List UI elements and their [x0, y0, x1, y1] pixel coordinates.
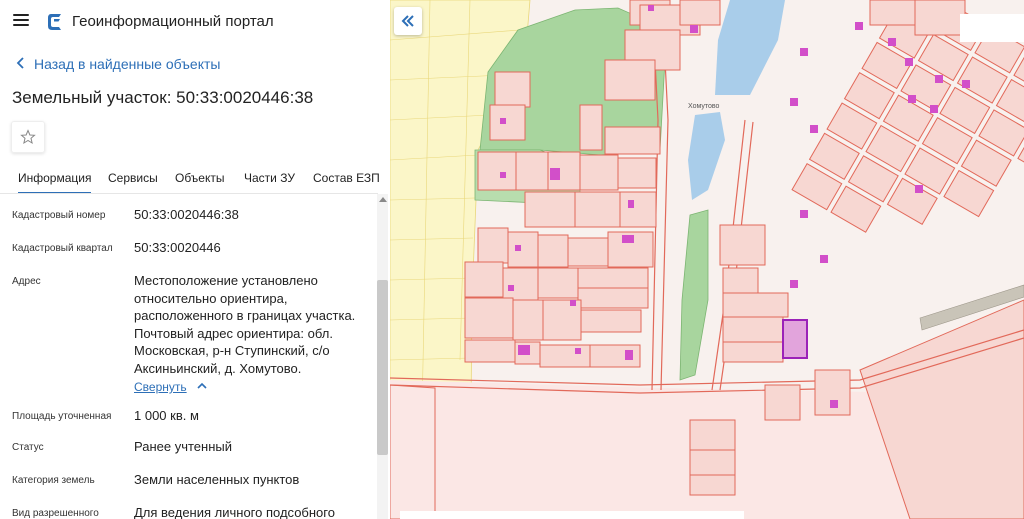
tab-information[interactable]: Информация [18, 171, 92, 194]
status-label: Статус [12, 442, 44, 453]
selected-parcel[interactable] [782, 319, 808, 359]
address-line: Аксиньинский, д. Хомутово. [134, 360, 302, 376]
address-line: Московская, р-н Ступинский, с/о [134, 343, 330, 358]
permitted-use-label: Вид разрешенного [12, 508, 99, 519]
portal-logo-icon [48, 14, 61, 30]
cad-number-label: Кадастровый номер [12, 210, 106, 221]
address-label: Адрес [12, 276, 41, 287]
place-label: Хомутово [688, 103, 720, 110]
tab-ezp[interactable]: Состав ЕЗП [313, 171, 380, 185]
hamburger-icon[interactable] [13, 14, 29, 26]
address-line: относительно ориентира, [134, 290, 288, 306]
cad-quarter-value: 50:33:0020446 [134, 240, 221, 255]
map-overlay-panel [960, 14, 1024, 42]
land-category-value: Земли населенных пунктов [134, 472, 300, 487]
collapse-link[interactable]: Свернуть [134, 380, 208, 394]
tabs-divider [0, 193, 378, 194]
tab-bar: Информация Сервисы Объекты Части ЗУ Сост… [0, 165, 390, 194]
address-line: Почтовый адрес ориентира: обл. [134, 325, 333, 341]
page-title: Земельный участок: 50:33:0020446:38 [12, 88, 314, 107]
back-link-label: Назад в найденные объекты [34, 56, 221, 72]
panel-toggle-button[interactable] [394, 7, 422, 35]
address-line: расположенного в границах участка. [134, 308, 356, 323]
status-value: Ранее учтенный [134, 439, 232, 454]
scrollbar[interactable] [377, 194, 388, 519]
area-label: Площадь уточненная [12, 411, 112, 422]
map-bottom-bar [400, 511, 744, 519]
double-chevron-left-icon [401, 15, 414, 27]
address-line: Местоположение установлено [134, 273, 318, 288]
scroll-up-arrow-icon[interactable] [379, 197, 387, 202]
area-value: 1 000 кв. м [134, 408, 199, 423]
cad-number-value: 50:33:0020446:38 [134, 207, 239, 222]
permitted-use-value: Для ведения личного подсобного [134, 505, 335, 519]
info-panel: Геоинформационный портал Назад в найденн… [0, 0, 391, 519]
chevron-left-icon [16, 56, 34, 72]
map-view[interactable]: Хомутово [390, 0, 1024, 519]
scrollbar-thumb[interactable] [377, 280, 388, 455]
top-bar: Геоинформационный портал [0, 0, 390, 42]
land-category-label: Категория земель [12, 475, 95, 486]
cadastral-map[interactable] [390, 0, 1024, 519]
favorite-button[interactable] [11, 121, 45, 153]
star-icon [20, 129, 36, 145]
tab-objects[interactable]: Объекты [175, 171, 225, 185]
tab-parts[interactable]: Части ЗУ [244, 171, 295, 185]
collapse-link-label: Свернуть [134, 380, 187, 394]
address-value: Местоположение установлено относительно … [134, 272, 355, 377]
tab-services[interactable]: Сервисы [108, 171, 158, 185]
cad-quarter-label: Кадастровый квартал [12, 243, 113, 254]
back-link[interactable]: Назад в найденные объекты [16, 56, 220, 72]
app-title: Геоинформационный портал [72, 13, 274, 30]
chevron-up-icon [197, 382, 207, 389]
